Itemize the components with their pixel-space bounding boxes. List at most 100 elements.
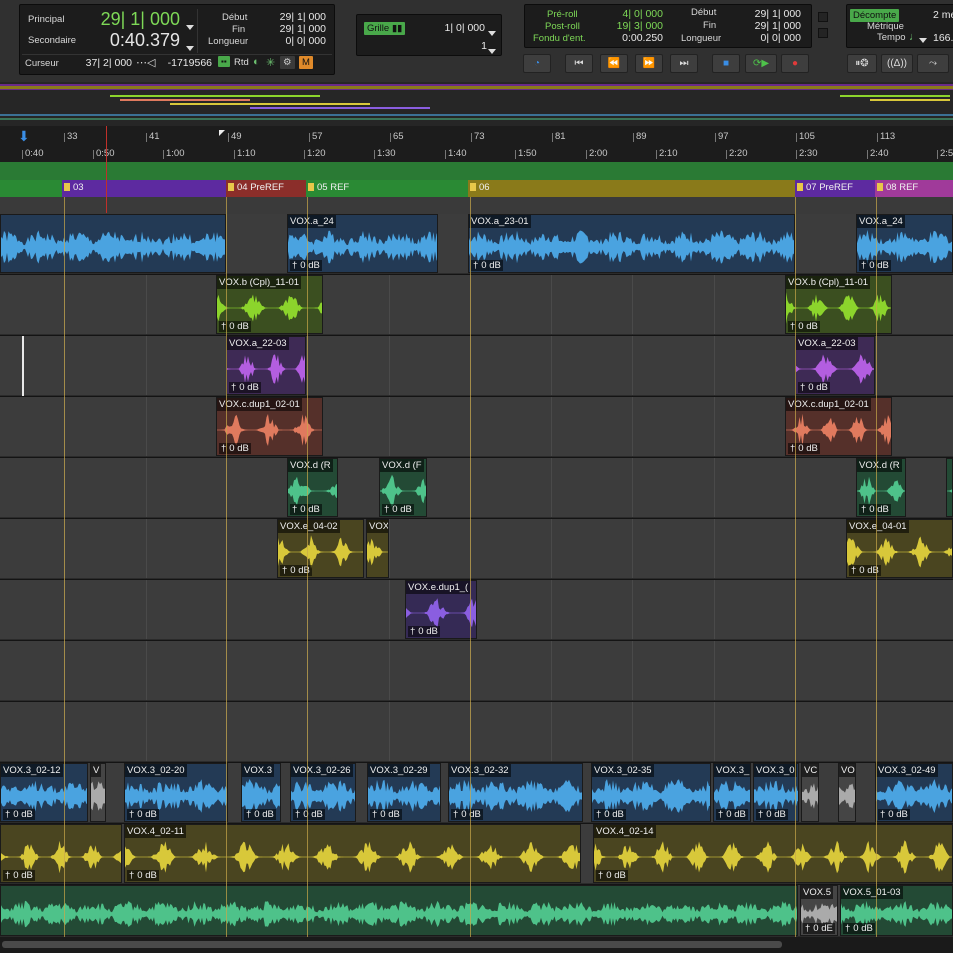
audio-clip[interactable]: VOX.3_0 † 0 dB [753, 763, 799, 822]
audio-clip[interactable]: VOX.a_23-01 † 0 dB [468, 214, 795, 273]
marker-label[interactable]: 07 PreREF [797, 182, 853, 193]
marker-segment[interactable]: 07 PreREF [795, 180, 875, 197]
track-lane[interactable]: VOX.b (Cpl)_11-01 † 0 dB VOX.b (Cpl)_11-01 †… [0, 275, 953, 335]
postroll-value[interactable]: 19| 3| 000 [607, 20, 663, 32]
rewind-icon[interactable]: ⏪ [600, 54, 628, 73]
audio-clip[interactable]: VOX.5 † 0 dE [800, 885, 838, 936]
audio-clip[interactable]: V [90, 763, 106, 822]
principal-dropdown-icon[interactable] [186, 19, 194, 37]
audio-clip[interactable]: VOX.3_02-26 † 0 dB [290, 763, 356, 822]
debut-value[interactable]: 29| 1| 000 [270, 11, 326, 23]
clip-gain[interactable]: † 0 dB [244, 809, 276, 820]
clip-gain[interactable]: † 0 dB [370, 809, 402, 820]
audio-clip[interactable]: VOX.e_04-01 † 0 dB [846, 519, 953, 578]
preroll-value[interactable]: 4| 0| 000 [607, 8, 664, 20]
marker-label[interactable]: 06 [470, 182, 490, 193]
track-lane[interactable]: VOX.5 † 0 dE VOX.5_01-03 † 0 dB [0, 885, 953, 937]
audio-clip[interactable] [0, 885, 798, 936]
decompte-value[interactable]: 2 me [919, 9, 953, 21]
audio-clip[interactable]: VOX.d (R † 0 dB [856, 458, 906, 517]
clip-gain[interactable]: † 0 dB [471, 260, 503, 271]
audio-clip[interactable]: VOX.3_02-29 † 0 dB [367, 763, 441, 822]
clip-gain[interactable]: † 0 dB [594, 809, 626, 820]
clip-gain[interactable]: † 0 dB [859, 504, 891, 515]
audio-clip[interactable]: VOX.e_04-02 † 0 dB [277, 519, 364, 578]
clip-gain[interactable]: † 0 dB [596, 870, 628, 881]
click-icon[interactable]: ((Δ)) [881, 54, 913, 73]
track-lane[interactable]: VOX.c.dup1_02-01 † 0 dB VOX.c.dup1_02-01 † 0 … [0, 397, 953, 457]
clip-gain[interactable]: † 0 dB [127, 809, 159, 820]
track-lane[interactable]: VOX.a_22-03 † 0 dB VOX.a_22-03 † 0 dB [0, 336, 953, 396]
audio-clip[interactable]: VOX.3_02-32 † 0 dB [448, 763, 583, 822]
fin-value[interactable]: 29| 1| 000 [270, 23, 326, 35]
grid-dropdown-icon[interactable] [488, 25, 496, 43]
fondu-label[interactable]: Fondu d'ent. [533, 33, 586, 44]
clip-gain[interactable]: † 0 dB [716, 809, 748, 820]
audio-clip[interactable]: VOX.e.dup1_(† 0 dB [405, 580, 477, 639]
playhead-marker-icon[interactable]: ⬇ [18, 128, 30, 145]
rtd-label[interactable]: Rtd [234, 57, 249, 68]
track-lane[interactable]: † 0 dB VOX.4_02-11 † 0 dB VOX.4_02-14 † 0 dB [0, 824, 953, 884]
clip-gain[interactable]: † 0 dB [878, 809, 910, 820]
marker-segment[interactable]: 03 [62, 180, 226, 197]
selection-start-flag-icon[interactable] [219, 130, 225, 136]
track-lane[interactable]: VOX.a_24 † 0 dB VOX.a_23-01 † 0 dB VOX.a_24 † 0 … [0, 214, 953, 274]
play-loop-icon[interactable]: ⟳▶ [745, 54, 777, 73]
marker-segment[interactable]: 08 REF [875, 180, 953, 197]
clip-gain[interactable]: † 0 dB [290, 260, 322, 271]
tempo-map-icon[interactable]: ⤳ [917, 54, 949, 73]
clip-gain[interactable]: † 0 dB [127, 870, 159, 881]
stop-icon[interactable]: ■ [712, 54, 740, 73]
track-lane[interactable]: VOX.e.dup1_(† 0 dB [0, 580, 953, 640]
transport-fin-value[interactable]: 29| 1| 000 [745, 20, 801, 32]
return-to-zero-icon[interactable]: ⏮ [565, 54, 593, 73]
clip-gain[interactable]: † 0 dE [803, 923, 835, 934]
clip-gain[interactable]: † 0 dB [451, 809, 483, 820]
secondaire-counter[interactable]: 0:40.379 [80, 30, 180, 51]
markers-ruler[interactable]: 03 04 PreREF 05 REF 06 07 PreREF 08 REF [0, 180, 953, 197]
clip-gain[interactable]: † 0 dB [3, 870, 35, 881]
marker-segment[interactable] [0, 180, 62, 197]
principal-counter[interactable]: 29| 1| 000 [80, 9, 180, 30]
record-icon[interactable]: ● [781, 54, 809, 73]
go-to-end-icon[interactable]: ⏭ [670, 54, 698, 73]
audio-clip[interactable]: VOX.4_02-14 † 0 dB [593, 824, 953, 883]
clip-gain[interactable]: † 0 dB [859, 260, 891, 271]
audio-clip[interactable]: VOX.3_02-12 † 0 dB [0, 763, 88, 822]
transport-debut-value[interactable]: 29| 1| 000 [745, 8, 801, 20]
audio-clip[interactable] [946, 458, 953, 517]
track-lane[interactable] [0, 641, 953, 701]
clip-gain[interactable]: † 0 dB [788, 321, 820, 332]
nudge-dropdown-icon[interactable] [488, 43, 496, 61]
audio-clip[interactable]: VOX.3_02-20 † 0 dB [124, 763, 228, 822]
preroll-label[interactable]: Pré-roll [547, 9, 578, 20]
audio-clip[interactable]: VC [801, 763, 819, 822]
secondaire-dropdown-icon[interactable] [186, 40, 194, 58]
audio-clip[interactable]: VOX.3_02-49 † 0 dB [875, 763, 953, 822]
tempo-value[interactable]: 166. [933, 32, 953, 44]
clip-gain[interactable]: † 0 dB [756, 809, 788, 820]
small-toggle[interactable] [818, 28, 828, 38]
fast-forward-icon[interactable]: ⏩ [635, 54, 663, 73]
grid-value[interactable]: 1| 0| 000 [435, 22, 486, 34]
postroll-label[interactable]: Post-roll [545, 21, 580, 32]
audio-clip[interactable] [0, 214, 226, 273]
audio-clip[interactable]: VOX.4_02-11 † 0 dB [124, 824, 581, 883]
clip-gain[interactable]: † 0 dB [798, 382, 830, 393]
marker-label[interactable]: 05 REF [308, 182, 349, 193]
universe-overview[interactable] [0, 82, 953, 126]
scrollbar-thumb[interactable] [2, 941, 782, 948]
marker-label[interactable]: 08 REF [877, 182, 918, 193]
audio-clip[interactable]: VOX.a_24 † 0 dB [856, 214, 953, 273]
audio-clip[interactable]: VOX.3_02-35 † 0 dB [591, 763, 711, 822]
audio-clip[interactable]: VOX [366, 519, 389, 578]
marker-segment[interactable]: 05 REF [306, 180, 468, 197]
audio-clip[interactable]: VOX.a_22-03 † 0 dB [795, 336, 875, 395]
track-lane[interactable]: VOX.e_04-02 † 0 dB VOX VOX.e_04-01 † 0 dB [0, 519, 953, 579]
loop-record-icon[interactable]: ◐ [253, 56, 260, 68]
audio-clip[interactable]: VOX.d (F † 0 dB [379, 458, 427, 517]
audio-clip[interactable]: VOX.5_01-03 † 0 dB [840, 885, 953, 936]
dynamic-transport-icon[interactable]: ⏸❂ [847, 54, 877, 73]
track-lane[interactable]: VOX.3_02-12 † 0 dB V VOX.3_02-20 † 0 dB VOX.3 † 0… [0, 763, 953, 823]
track-lane[interactable] [0, 702, 953, 762]
